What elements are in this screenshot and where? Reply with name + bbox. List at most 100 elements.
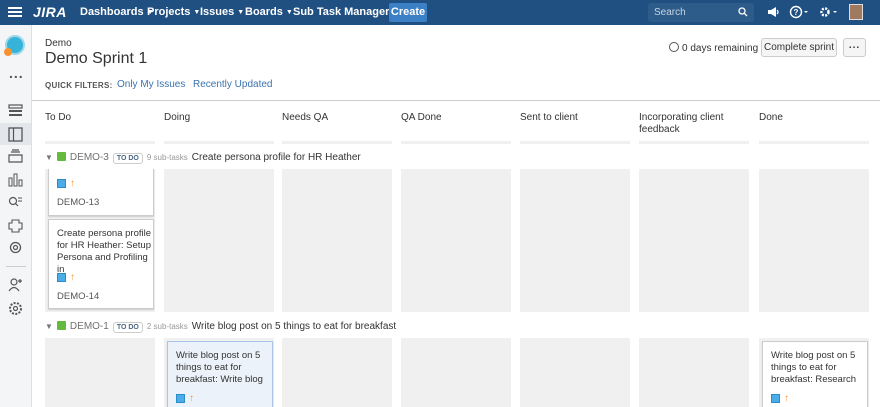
subtask-icon	[57, 179, 66, 188]
issues-search-icon[interactable]	[8, 195, 23, 210]
column-header-incorporating-client-feedback: Incorporating client feedback	[639, 112, 724, 135]
swimlane-key[interactable]: DEMO-1	[70, 321, 109, 332]
quick-filter-only-my-issues[interactable]: Only My Issues	[117, 79, 185, 90]
issue-card[interactable]: ↑ DEMO-13	[48, 169, 154, 216]
subtask-icon	[176, 394, 185, 403]
settings-gear-icon[interactable]	[8, 240, 23, 255]
priority-high-icon: ↑	[189, 393, 194, 404]
page-title: Demo Sprint 1	[45, 50, 148, 67]
create-button[interactable]: Create	[389, 3, 427, 22]
more-actions-button[interactable]: ...	[843, 38, 866, 57]
card-summary: Write blog post on 5 things to eat for b…	[771, 350, 857, 385]
top-navigation-bar: JIRA Dashboards ▼ Projects ▼ Issues ▼ Board…	[0, 0, 880, 25]
column-header-shade	[759, 141, 869, 144]
card-icons: ↑	[57, 273, 75, 283]
card-key[interactable]: DEMO-14	[57, 291, 99, 303]
issue-card-selected[interactable]: Write blog post on 5 things to eat for b…	[167, 341, 273, 407]
priority-high-icon: ↑	[70, 178, 75, 189]
subtask-count: 2 sub-tasks	[146, 322, 188, 331]
menu-issues[interactable]: Issues ▼	[200, 6, 244, 18]
board-cell[interactable]	[639, 169, 749, 312]
backlog-icon[interactable]	[8, 103, 23, 118]
menu-projects[interactable]: Projects ▼	[147, 6, 200, 18]
card-summary: Create persona profile for HR Heather: S…	[57, 228, 151, 275]
menu-dashboards-label: Dashboards	[80, 6, 144, 18]
reports-icon[interactable]	[8, 172, 23, 187]
subtask-icon	[771, 394, 780, 403]
board-cell[interactable]	[520, 338, 630, 407]
search-icon	[738, 7, 748, 17]
clock-icon	[669, 42, 679, 52]
releases-icon[interactable]	[8, 149, 23, 164]
card-icons: ↑	[771, 394, 789, 404]
board-cell[interactable]	[401, 338, 511, 407]
menu-dashboards[interactable]: Dashboards ▼	[80, 6, 154, 18]
chevron-down-icon: ▼	[237, 9, 245, 16]
column-header-to-do: To Do	[45, 112, 72, 123]
more-icon[interactable]: ...	[9, 65, 24, 81]
column-header-shade	[401, 141, 511, 144]
story-icon	[56, 321, 66, 330]
card-icons: ↑	[176, 394, 194, 404]
menu-sub-task-manager-label: Sub Task Manager	[293, 6, 390, 18]
column-header-shade	[520, 141, 630, 144]
menu-boards-label: Boards	[245, 6, 283, 18]
project-settings-icon[interactable]	[8, 301, 23, 316]
board-cell[interactable]	[164, 169, 274, 312]
help-icon[interactable]: ?	[789, 4, 809, 20]
subtask-icon	[57, 273, 66, 282]
megaphone-icon[interactable]	[766, 4, 780, 20]
swimlane-summary: Write blog post on 5 things to eat for b…	[191, 321, 397, 332]
avatar[interactable]	[849, 4, 863, 20]
menu-sub-task-manager[interactable]: Sub Task Manager▼	[293, 6, 399, 18]
project-sidebar: ...	[0, 25, 32, 407]
chevron-down-icon[interactable]: ▼	[45, 322, 53, 331]
search-input[interactable]: Search	[648, 3, 754, 22]
card-key[interactable]: DEMO-13	[57, 197, 99, 209]
issue-card[interactable]: Create persona profile for HR Heather: S…	[48, 219, 154, 309]
issue-card[interactable]: Write blog post on 5 things to eat for b…	[762, 341, 868, 407]
quick-filters-label: QUICK FILTERS:	[45, 81, 113, 90]
column-header-divider	[32, 100, 880, 101]
story-icon	[56, 152, 66, 161]
board-cell[interactable]	[520, 169, 630, 312]
svg-text:?: ?	[794, 8, 799, 17]
gear-icon[interactable]	[818, 4, 838, 20]
add-user-icon[interactable]	[8, 277, 23, 292]
hamburger-menu-icon[interactable]	[8, 5, 22, 19]
swimlane-header[interactable]: ▼ DEMO-1 TO DO 2 sub-tasks Write blog post o…	[45, 321, 396, 335]
column-header-shade	[164, 141, 274, 144]
complete-sprint-button[interactable]: Complete sprint	[761, 38, 837, 57]
chevron-down-icon[interactable]: ▼	[45, 153, 53, 162]
column-header-done: Done	[759, 112, 783, 123]
swimlane-header[interactable]: ▼ DEMO-3 TO DO 9 sub-tasks Create persona pr…	[45, 152, 361, 166]
column-header-shade	[282, 141, 392, 144]
column-header-doing: Doing	[164, 112, 191, 123]
sidebar-divider	[6, 266, 26, 267]
components-icon[interactable]	[8, 218, 23, 233]
menu-issues-label: Issues	[200, 6, 235, 18]
board-cell[interactable]	[401, 169, 511, 312]
swimlane-summary: Create persona profile for HR Heather	[191, 152, 361, 163]
board-cell[interactable]	[282, 338, 392, 407]
breadcrumb[interactable]: Demo	[45, 38, 72, 49]
active-sprint-icon[interactable]	[8, 127, 23, 142]
column-header-qa-done: QA Done	[401, 112, 442, 123]
subtask-count: 9 sub-tasks	[146, 153, 188, 162]
menu-projects-label: Projects	[147, 6, 191, 18]
board-cell[interactable]	[759, 169, 869, 312]
card-summary: Write blog post on 5 things to eat for b…	[176, 350, 263, 385]
column-header-sent-to-client: Sent to client	[520, 112, 578, 123]
chevron-down-icon: ▼	[285, 9, 293, 16]
board-cell[interactable]	[639, 338, 749, 407]
status-badge: TO DO	[112, 322, 143, 333]
jira-logo[interactable]: JIRA	[33, 4, 67, 20]
priority-high-icon: ↑	[70, 272, 75, 283]
project-avatar[interactable]	[4, 35, 25, 56]
quick-filter-recently-updated[interactable]: Recently Updated	[193, 79, 273, 90]
swimlane-key[interactable]: DEMO-3	[70, 152, 109, 163]
board-cell[interactable]	[282, 169, 392, 312]
menu-boards[interactable]: Boards ▼	[245, 6, 293, 18]
board-cell[interactable]	[45, 338, 155, 407]
remaining-label: 0 days remaining	[682, 43, 759, 54]
